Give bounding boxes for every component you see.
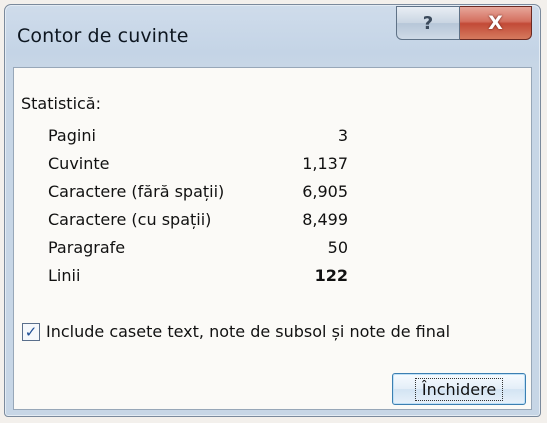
stat-label: Pagini xyxy=(48,126,96,145)
stat-label: Linii xyxy=(48,266,81,285)
title-bar[interactable]: Contor de cuvinte ? X xyxy=(5,5,540,67)
dialog-title: Contor de cuvinte xyxy=(17,25,189,47)
stat-label: Cuvinte xyxy=(48,154,110,173)
stat-value: 8,499 xyxy=(302,210,348,229)
stat-value: 3 xyxy=(337,126,348,145)
include-textboxes-label[interactable]: Include casete text, note de subsol și n… xyxy=(46,322,450,341)
checkmark-icon: ✓ xyxy=(24,322,38,341)
stat-label: Paragrafe xyxy=(48,238,126,257)
window-close-button[interactable]: X xyxy=(460,6,532,40)
stat-row-lines: Linii 122 xyxy=(48,266,348,292)
stat-value: 122 xyxy=(314,266,348,285)
include-textboxes-checkbox[interactable]: ✓ xyxy=(22,322,40,341)
stat-row-characters-no-spaces: Caractere (fără spații) 6,905 xyxy=(48,182,348,208)
stat-value: 1,137 xyxy=(302,154,348,173)
stat-value: 50 xyxy=(327,238,348,257)
stat-row-pages: Pagini 3 xyxy=(48,126,348,152)
statistics-label: Statistică: xyxy=(21,94,101,113)
stat-label: Caractere (fără spații) xyxy=(48,182,225,201)
close-button[interactable]: Închidere xyxy=(392,373,526,405)
stat-row-characters-with-spaces: Caractere (cu spații) 8,499 xyxy=(48,210,348,236)
word-count-dialog: Contor de cuvinte ? X Statistică: Pagini… xyxy=(4,4,541,417)
close-button-label: Închidere xyxy=(414,377,504,401)
question-mark-icon: ? xyxy=(422,12,434,34)
stat-row-paragraphs: Paragrafe 50 xyxy=(48,238,348,264)
include-textboxes-option[interactable]: ✓ Include casete text, note de subsol și… xyxy=(22,322,450,341)
close-icon: X xyxy=(488,12,503,34)
stat-label: Caractere (cu spații) xyxy=(48,210,212,229)
help-button[interactable]: ? xyxy=(396,6,460,40)
dialog-body: Statistică: Pagini 3 Cuvinte 1,137 Carac… xyxy=(13,67,532,410)
stat-value: 6,905 xyxy=(302,182,348,201)
stat-row-words: Cuvinte 1,137 xyxy=(48,154,348,180)
